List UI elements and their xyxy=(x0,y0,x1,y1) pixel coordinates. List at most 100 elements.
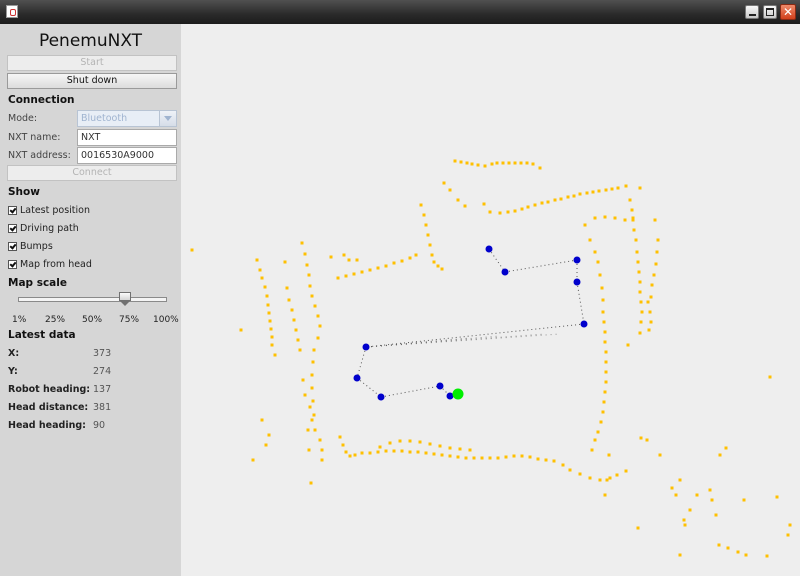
map-point xyxy=(488,456,492,460)
map-point xyxy=(604,350,608,354)
map-point xyxy=(310,386,314,390)
scale-tick: 75% xyxy=(119,315,140,325)
map-point xyxy=(553,198,557,202)
map-scale-slider-track[interactable] xyxy=(18,297,167,302)
map-canvas[interactable] xyxy=(181,24,800,576)
map-point xyxy=(418,440,422,444)
map-point xyxy=(300,241,304,245)
map-point xyxy=(436,264,440,268)
map-point xyxy=(678,478,682,482)
map-point xyxy=(566,195,570,199)
map-point xyxy=(329,255,333,259)
map-point xyxy=(568,468,572,472)
map-point xyxy=(525,161,529,165)
map-point xyxy=(624,469,628,473)
map-point xyxy=(655,250,659,254)
map-point xyxy=(528,455,532,459)
map-point xyxy=(597,189,601,193)
map-point xyxy=(653,218,657,222)
map-point xyxy=(572,194,576,198)
map-point xyxy=(501,161,505,165)
map-point xyxy=(604,360,608,364)
map-point xyxy=(273,353,277,357)
map-point xyxy=(544,458,548,462)
chevron-down-icon[interactable] xyxy=(159,111,176,126)
map-point xyxy=(636,260,640,264)
connect-button[interactable]: Connect xyxy=(7,165,177,181)
nxt-address-input[interactable] xyxy=(77,147,177,164)
driving-path-segment xyxy=(504,259,578,273)
map-point xyxy=(608,476,612,480)
shutdown-button[interactable]: Shut down xyxy=(7,73,177,89)
map-point xyxy=(453,159,457,163)
map-point xyxy=(440,453,444,457)
map-point xyxy=(615,473,619,477)
map-scale-slider-thumb[interactable] xyxy=(118,292,131,306)
map-point xyxy=(316,336,320,340)
map-point xyxy=(736,550,740,554)
map-point xyxy=(600,286,604,290)
map-point xyxy=(338,435,342,439)
map-point xyxy=(310,373,314,377)
show-heading: Show xyxy=(8,186,40,198)
map-point xyxy=(631,218,635,222)
checkbox[interactable] xyxy=(8,242,17,251)
map-point xyxy=(603,340,607,344)
checkbox[interactable] xyxy=(8,260,17,269)
map-point xyxy=(344,274,348,278)
map-point xyxy=(658,453,662,457)
map-point xyxy=(717,543,721,547)
map-point xyxy=(292,318,296,322)
map-point xyxy=(470,162,474,166)
start-button[interactable]: Start xyxy=(7,55,177,71)
map-point xyxy=(268,319,272,323)
map-point xyxy=(683,523,687,527)
path-point xyxy=(573,278,581,286)
map-point xyxy=(639,436,643,440)
map-point xyxy=(645,438,649,442)
map-point xyxy=(307,273,311,277)
map-point xyxy=(432,260,436,264)
map-point xyxy=(578,472,582,476)
nxt-name-input[interactable] xyxy=(77,129,177,146)
scan-ray xyxy=(365,333,546,348)
mode-select[interactable]: Bluetooth xyxy=(77,110,177,127)
maximize-button[interactable] xyxy=(763,5,777,19)
map-point xyxy=(287,298,291,302)
close-button[interactable]: ✕ xyxy=(780,4,796,20)
minimize-button[interactable] xyxy=(745,5,759,19)
checkbox[interactable] xyxy=(8,224,17,233)
map-point xyxy=(355,258,359,262)
map-point xyxy=(416,450,420,454)
app-title: PenemuNXT xyxy=(38,31,143,51)
head-distance-label: Head distance: xyxy=(8,402,89,413)
map-point xyxy=(708,488,712,492)
map-point xyxy=(533,203,537,207)
driving-path-segment xyxy=(356,377,382,398)
map-point xyxy=(596,260,600,264)
scale-tick: 1% xyxy=(12,315,27,325)
map-point xyxy=(593,438,597,442)
map-point xyxy=(267,433,271,437)
scan-ray xyxy=(365,333,561,348)
map-point xyxy=(360,270,364,274)
path-point xyxy=(573,256,581,264)
map-point xyxy=(596,430,600,434)
map-point xyxy=(311,399,315,403)
map-point xyxy=(348,454,352,458)
map-point xyxy=(264,443,268,447)
map-point xyxy=(656,238,660,242)
checkbox[interactable] xyxy=(8,206,17,215)
map-point xyxy=(301,378,305,382)
map-point xyxy=(408,439,412,443)
map-point xyxy=(312,348,316,352)
map-point xyxy=(258,268,262,272)
map-point xyxy=(628,198,632,202)
map-point xyxy=(266,303,270,307)
map-point xyxy=(318,438,322,442)
map-point xyxy=(786,533,790,537)
map-point xyxy=(459,160,463,164)
window-title-bar[interactable]: ✕ xyxy=(0,0,800,24)
map-point xyxy=(307,448,311,452)
map-point xyxy=(601,298,605,302)
